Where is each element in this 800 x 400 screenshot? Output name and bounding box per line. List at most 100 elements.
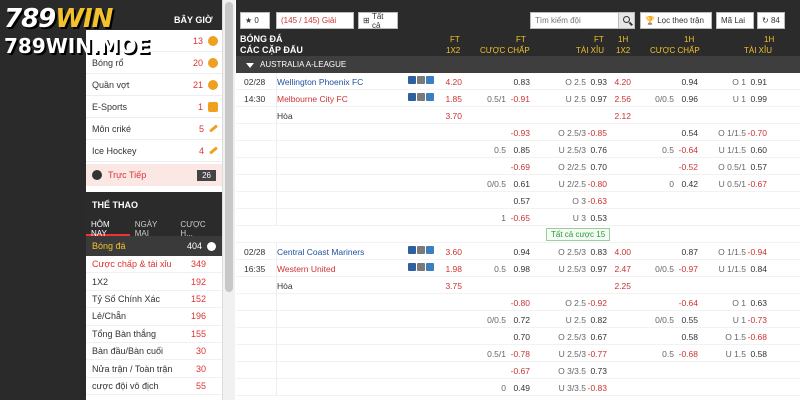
odds-ou[interactable]: 0.73: [590, 366, 607, 376]
all-bets-button[interactable]: Tất cả cược 15: [546, 228, 611, 241]
tv-icon[interactable]: [408, 246, 416, 254]
stats-icon[interactable]: [417, 246, 425, 254]
market-item[interactable]: Cược chấp & tài xỉu 349: [86, 256, 222, 274]
odds-handicap[interactable]: 0.94: [513, 247, 530, 257]
search-input[interactable]: [530, 12, 632, 29]
odds-1x2[interactable]: 1.85: [445, 94, 462, 104]
odds-ou[interactable]: -0.63: [588, 196, 607, 206]
away-team[interactable]: Melbourne City FC: [277, 94, 348, 104]
odds-1h-handicap[interactable]: 0.55: [681, 315, 698, 325]
odds-1h-1x2[interactable]: 4.00: [614, 247, 631, 257]
sidebar-sport-esports[interactable]: E-Sports 1: [86, 96, 222, 118]
brand-logo[interactable]: 789WIN 789WIN.MOE: [4, 4, 164, 64]
odds-1h-1x2[interactable]: 2.47: [614, 264, 631, 274]
odds-handicap[interactable]: 0.72: [513, 315, 530, 325]
odds-1h-handicap[interactable]: 0.96: [681, 94, 698, 104]
odds-ou[interactable]: -0.80: [588, 179, 607, 189]
refresh-button[interactable]: ↻ 84: [757, 12, 785, 29]
odds-1h-ou[interactable]: 0.57: [750, 162, 767, 172]
favorites-button[interactable]: ★ 0: [240, 12, 270, 29]
odds-ou[interactable]: -0.92: [588, 298, 607, 308]
odds-ou[interactable]: 0.53: [590, 213, 607, 223]
market-item[interactable]: 1X2 192: [86, 273, 222, 291]
odds-handicap[interactable]: -0.78: [511, 349, 530, 359]
odds-handicap[interactable]: -0.80: [511, 298, 530, 308]
odds-1h-handicap[interactable]: 0.54: [681, 128, 698, 138]
odds-1h-ou[interactable]: 0.84: [750, 264, 767, 274]
stats-icon[interactable]: [417, 263, 425, 271]
odds-1h-1x2[interactable]: 4.20: [614, 77, 631, 87]
odds-ou[interactable]: 0.82: [590, 315, 607, 325]
tab-outright[interactable]: CƯỢC H...: [175, 216, 222, 238]
scrollbar-thumb[interactable]: [225, 2, 233, 292]
odds-handicap[interactable]: 0.85: [513, 145, 530, 155]
match-icons[interactable]: [408, 93, 434, 101]
odds-1h-handicap[interactable]: -0.52: [679, 162, 698, 172]
odds-1x2[interactable]: 1.98: [445, 264, 462, 274]
match-icons[interactable]: [408, 76, 434, 84]
odds-ou[interactable]: 0.76: [590, 145, 607, 155]
odds-ou[interactable]: 0.70: [590, 162, 607, 172]
odds-1h-ou[interactable]: 0.99: [750, 94, 767, 104]
odds-1h-ou[interactable]: -0.94: [748, 247, 767, 257]
home-team[interactable]: Wellington Phoenix FC: [277, 77, 363, 87]
market-item[interactable]: cược đội vô địch 55: [86, 378, 222, 396]
odds-1h-ou[interactable]: 0.60: [750, 145, 767, 155]
odds-1h-ou[interactable]: 0.91: [750, 77, 767, 87]
filter-button[interactable]: 🏆 Lọc theo trận: [640, 12, 712, 29]
odds-handicap[interactable]: -0.67: [511, 366, 530, 376]
leagues-button[interactable]: (145 / 145) Giải: [276, 12, 354, 29]
sidebar-scrollbar[interactable]: [223, 0, 235, 400]
match-icons[interactable]: [408, 246, 434, 254]
sidebar-sport-tennis[interactable]: Quần vợt 21: [86, 74, 222, 96]
odds-1x2[interactable]: 3.60: [445, 247, 462, 257]
odds-1x2[interactable]: 4.20: [445, 77, 462, 87]
odds-1h-handicap[interactable]: -0.64: [679, 145, 698, 155]
sidebar-football[interactable]: Bóng đá 404: [86, 236, 222, 256]
odds-handicap[interactable]: 0.70: [513, 332, 530, 342]
odds-1h-handicap[interactable]: 0.87: [681, 247, 698, 257]
odds-1h-ou[interactable]: 0.58: [750, 349, 767, 359]
sidebar-sport-cricket[interactable]: Môn criké 5: [86, 118, 222, 140]
tab-tomorrow[interactable]: NGÀY MAI: [130, 216, 176, 238]
odds-handicap[interactable]: -0.93: [511, 128, 530, 138]
odds-1h-handicap[interactable]: 0.58: [681, 332, 698, 342]
home-team[interactable]: Central Coast Mariners: [277, 247, 364, 257]
odds-ou[interactable]: 0.97: [590, 264, 607, 274]
star-icon[interactable]: [426, 246, 434, 254]
odds-1h-handicap[interactable]: -0.68: [679, 349, 698, 359]
market-item[interactable]: Lẻ/Chẵn 196: [86, 308, 222, 326]
market-item[interactable]: Tổng Bàn thắng 155: [86, 326, 222, 343]
search-button[interactable]: [618, 12, 635, 29]
stats-icon[interactable]: [417, 76, 425, 84]
market-item[interactable]: Bàn đầu/Bàn cuối 30: [86, 343, 222, 361]
odds-type-button[interactable]: Mã Lai: [716, 12, 754, 29]
odds-handicap[interactable]: 0.83: [513, 77, 530, 87]
odds-handicap[interactable]: 0.61: [513, 179, 530, 189]
odds-1h-ou[interactable]: 0.63: [750, 298, 767, 308]
star-icon[interactable]: [426, 263, 434, 271]
sidebar-sport-ice-hockey[interactable]: Ice Hockey 4: [86, 140, 222, 162]
odds-1h-ou[interactable]: -0.70: [748, 128, 767, 138]
odds-1h-handicap[interactable]: 0.42: [681, 179, 698, 189]
odds-1h-handicap[interactable]: -0.64: [679, 298, 698, 308]
odds-1h-ou[interactable]: -0.67: [748, 179, 767, 189]
odds-handicap[interactable]: -0.65: [511, 213, 530, 223]
odds-1x2[interactable]: 3.70: [445, 111, 462, 121]
odds-ou[interactable]: 0.67: [590, 332, 607, 342]
match-icons[interactable]: [408, 263, 434, 271]
odds-ou[interactable]: -0.83: [588, 383, 607, 393]
select-all-button[interactable]: ⊞ Tất cả: [358, 12, 398, 30]
odds-handicap[interactable]: 0.98: [513, 264, 530, 274]
odds-1h-ou[interactable]: -0.68: [748, 332, 767, 342]
odds-handicap[interactable]: 0.49: [513, 383, 530, 393]
odds-1h-1x2[interactable]: 2.56: [614, 94, 631, 104]
odds-ou[interactable]: -0.77: [588, 349, 607, 359]
star-icon[interactable]: [426, 76, 434, 84]
tv-icon[interactable]: [408, 93, 416, 101]
stats-icon[interactable]: [417, 93, 425, 101]
odds-ou[interactable]: -0.85: [588, 128, 607, 138]
odds-ou[interactable]: 0.97: [590, 94, 607, 104]
tab-today[interactable]: HÔM NAY: [86, 216, 130, 238]
odds-ou[interactable]: 0.83: [590, 247, 607, 257]
